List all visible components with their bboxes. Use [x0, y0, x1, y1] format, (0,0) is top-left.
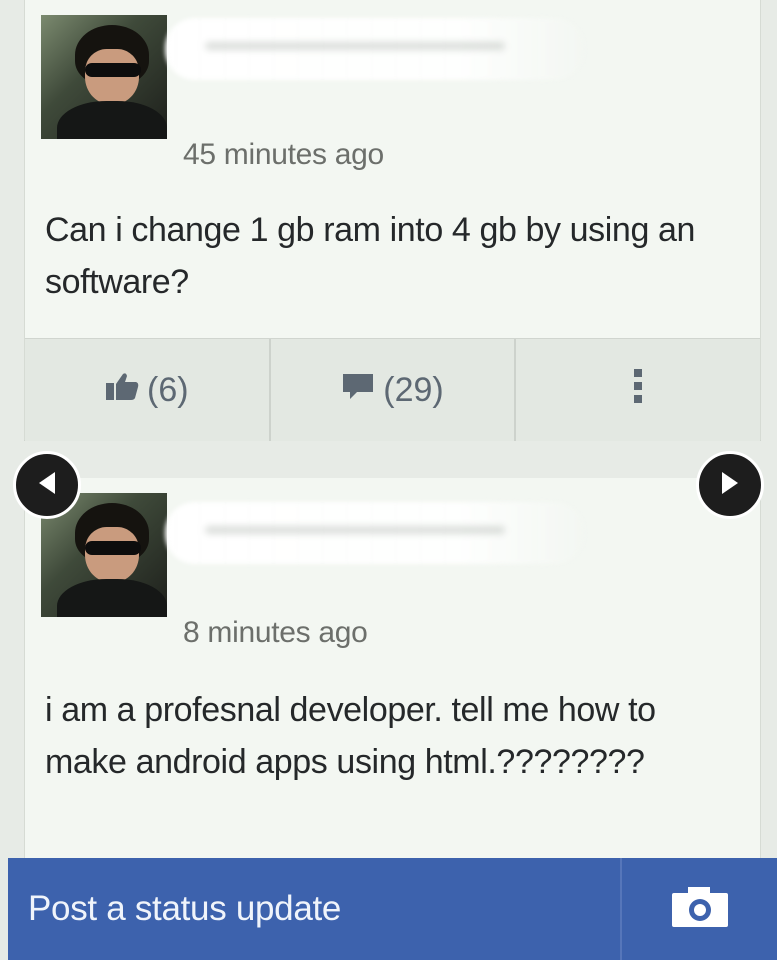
next-button[interactable]	[696, 451, 764, 519]
composer-bar: Post a status update	[8, 858, 777, 960]
avatar-face	[85, 527, 139, 583]
post-text: Can i change 1 gb ram into 4 gb by using…	[45, 211, 696, 301]
post-timestamp: 8 minutes ago	[183, 616, 368, 649]
camera-icon	[670, 885, 730, 934]
redacted-username	[165, 18, 585, 80]
avatar-face	[85, 49, 139, 105]
redacted-username	[165, 502, 585, 564]
post-text: i am a profesnal developer. tell me how …	[45, 691, 656, 781]
post-card: 8 minutes ago i am a profesnal developer…	[24, 478, 761, 858]
avatar-glasses	[85, 63, 141, 77]
avatar[interactable]	[41, 15, 167, 139]
camera-button[interactable]	[620, 858, 777, 960]
post-actions-bar: (6) (29)	[25, 338, 760, 441]
chevron-right-icon	[718, 470, 742, 501]
more-vertical-icon	[633, 368, 643, 413]
avatar-body	[57, 579, 167, 617]
like-button[interactable]: (6)	[25, 339, 271, 441]
avatar-glasses	[85, 541, 141, 555]
like-count: (6)	[147, 370, 189, 409]
comment-button[interactable]: (29)	[271, 339, 517, 441]
comment-count: (29)	[383, 370, 444, 409]
post-card: 45 minutes ago Can i change 1 gb ram int…	[24, 0, 761, 441]
comment-bubble-icon	[341, 371, 375, 410]
previous-button[interactable]	[13, 451, 81, 519]
status-update-input[interactable]: Post a status update	[8, 858, 620, 960]
avatar-body	[57, 101, 167, 139]
thumbs-up-icon	[105, 371, 139, 410]
more-options-button[interactable]	[516, 339, 760, 441]
chevron-left-icon	[35, 470, 59, 501]
post-timestamp: 45 minutes ago	[183, 138, 384, 171]
